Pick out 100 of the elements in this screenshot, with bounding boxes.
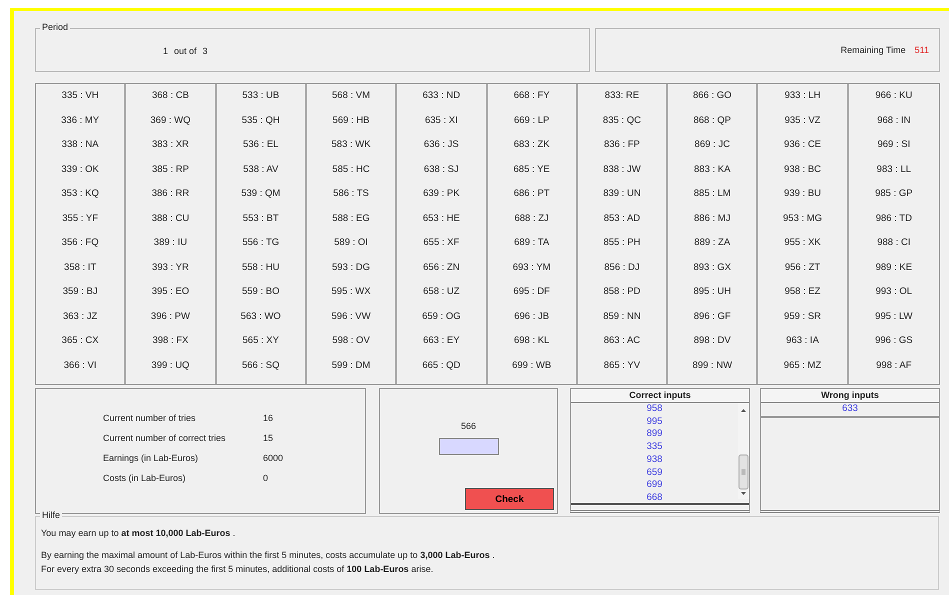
code-entry: 635 : XI: [424, 114, 459, 128]
code-entry: 988 : CI: [876, 236, 912, 250]
stat-label: Earnings (in Lab-Euros): [103, 452, 200, 464]
code-entry: 363 : JZ: [62, 310, 98, 324]
input-field[interactable]: [438, 438, 498, 455]
code-entry: 593 : DG: [331, 260, 372, 274]
code-entry: 536 : EL: [242, 138, 280, 152]
stat-label: Costs (in Lab-Euros): [103, 472, 187, 484]
code-entry: 996 : GS: [874, 334, 914, 348]
stat-value: 16: [263, 412, 274, 424]
code-entry: 836 : FP: [602, 138, 641, 152]
code-entry: 585 : HC: [331, 162, 371, 176]
code-entry: 339 : OK: [60, 162, 100, 176]
input-entry: 335: [646, 441, 662, 454]
input-entry: 938: [646, 454, 662, 467]
code-entry: 653 : HE: [422, 212, 461, 226]
code-entry: 983 : LL: [876, 162, 912, 176]
code-entry: 399 : UQ: [150, 358, 190, 372]
code-entry: 365 : CX: [60, 334, 100, 348]
code-entry: 895 : UH: [692, 285, 732, 299]
code-entry: 559 : BO: [240, 285, 280, 299]
code-entry: 366 : VI: [62, 358, 98, 372]
code-entry: 566 : SQ: [240, 358, 280, 372]
code-entry: 856 : DJ: [603, 260, 641, 274]
code-entry: 969 : SI: [876, 138, 912, 152]
code-entry: 358 : IT: [63, 260, 98, 274]
column-header: Correct inputs: [571, 389, 749, 403]
code-entry: 386 : RR: [150, 187, 190, 201]
code-entry: 965 : MZ: [782, 358, 822, 372]
code-entry: 569 : HB: [332, 114, 371, 128]
code-entry: 393 : YR: [151, 260, 190, 274]
stat-value: 0: [263, 472, 270, 484]
input-entry: 995: [646, 416, 662, 428]
code-entry: 385 : RP: [150, 162, 190, 176]
code-entry: 639 : PK: [422, 187, 461, 201]
code-entry: 889 : ZA: [693, 236, 732, 250]
code-entry: 958 : EZ: [784, 285, 822, 299]
code-entry: 353 : KQ: [60, 187, 100, 201]
stat-label: Current number of correct tries: [103, 432, 227, 444]
code-entry: 565 : XY: [242, 334, 280, 348]
input-entry: 899: [646, 428, 662, 442]
code-entry: 693 : YM: [512, 260, 552, 274]
code-entry: 589 : OI: [333, 236, 369, 250]
code-entry: 936 : CE: [783, 138, 822, 152]
code-entry: 935 : VZ: [784, 114, 822, 128]
code-entry: 899 : NW: [691, 358, 734, 372]
code-entry: 359 : BJ: [62, 285, 99, 299]
check-button[interactable]: Check: [465, 488, 554, 510]
remaining-time-value: 511: [914, 45, 929, 55]
stat-value: 6000: [263, 452, 284, 464]
code-entry: 898 : DV: [692, 334, 732, 348]
code-entry: 368 : CB: [150, 89, 190, 103]
stat-label: Current number of tries: [103, 412, 197, 424]
code-entry: 539 : QM: [240, 187, 282, 201]
code-entry: 688 : ZJ: [513, 212, 550, 226]
code-entry: 985 : GP: [874, 187, 914, 201]
code-entry: 398 : FX: [151, 334, 190, 348]
code-entry: 968 : IN: [876, 114, 912, 128]
code-entry: 563 : WO: [240, 310, 282, 324]
code-entry: 696 : JB: [513, 310, 550, 324]
code-entry: 588 : EG: [331, 212, 371, 226]
code-entry: 938 : BC: [783, 162, 822, 176]
code-entry: 383 : XR: [150, 138, 190, 152]
code-entry: 336 : MY: [60, 114, 100, 128]
code-entry: 395 : EO: [150, 285, 190, 299]
code-entry: 553 : BT: [242, 212, 280, 226]
code-entry: 839 : UN: [602, 187, 642, 201]
code-entry: 388 : CU: [150, 212, 190, 226]
code-entry: 595 : WX: [330, 285, 372, 299]
code-entry: 356 : FQ: [60, 236, 100, 250]
code-entry: 956 : ZT: [784, 260, 822, 274]
code-entry: 686 : PT: [512, 187, 551, 201]
code-entry: 599 : DM: [330, 358, 372, 372]
code-entry: 695 : DF: [512, 285, 551, 299]
code-entry: 883 : KA: [693, 162, 732, 176]
remaining-time-label: Remaining Time: [840, 45, 906, 55]
code-entry: 655 : XF: [422, 236, 460, 250]
code-entry: 698 : KL: [512, 334, 550, 348]
input-entry: 633: [842, 403, 858, 416]
code-entry: 538 : AV: [242, 162, 280, 176]
code-entry: 833: RE: [604, 89, 640, 103]
code-entry: 998 : AF: [875, 358, 913, 372]
code-entry: 835 : QC: [602, 114, 642, 128]
code-entry: 939 : BU: [783, 187, 822, 201]
code-entry: 669 : LP: [512, 114, 550, 128]
code-entry: 683 : ZK: [512, 138, 551, 152]
code-entry: 855 : PH: [602, 236, 642, 250]
code-entry: 986 : TD: [874, 212, 913, 226]
code-entry: 656 : ZN: [422, 260, 461, 274]
code-entry: 896 : GF: [692, 310, 732, 324]
code-entry: 866 : GO: [692, 89, 733, 103]
code-entry: 959 : SR: [783, 310, 822, 324]
code-entry: 865 : YV: [602, 358, 642, 372]
help-text: You may earn up to at most 10,000 Lab-Euros .: [41, 528, 236, 539]
prompt-number: 566: [460, 421, 476, 431]
code-entry: 993 : OL: [874, 285, 914, 299]
code-entry: 966 : KU: [874, 89, 914, 103]
code-entry: 586 : TS: [332, 187, 370, 201]
code-entry: 933 : LH: [784, 89, 822, 103]
code-entry: 885 : LM: [692, 187, 732, 201]
